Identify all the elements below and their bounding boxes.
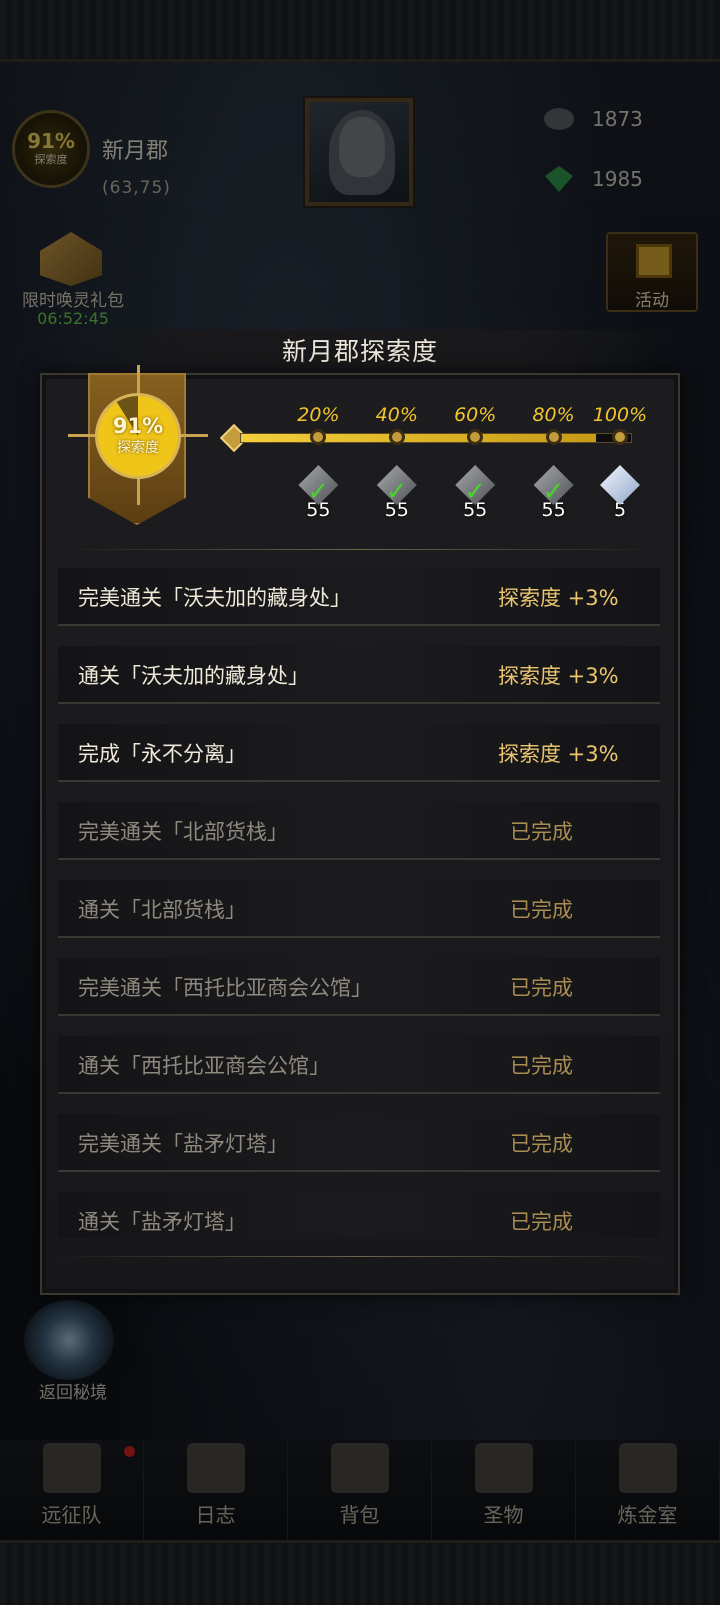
milestone-reward[interactable]: ✓ 55 [531,465,577,521]
task-name: 通关「西托比亚商会公馆」 [78,1054,330,1078]
panel-title: 新月郡探索度 [281,337,438,366]
milestone-node [388,429,405,445]
task-name: 完成「永不分离」 [78,742,246,766]
progress-percent: 91% [112,413,164,438]
task-row[interactable]: 通关「盐矛灯塔」 已完成 [58,1192,660,1238]
milestone-reward[interactable]: ✓ 55 [374,465,420,521]
check-icon: ✓ [307,477,330,507]
task-status: 已完成 [510,898,573,922]
task-row[interactable]: 通关「北部货栈」 已完成 [58,880,660,938]
check-icon: ✓ [385,477,408,507]
milestone-label: 80% [532,404,575,426]
milestone-label: 40% [375,404,418,426]
task-reward: 探索度 +3% [498,586,619,610]
task-reward: 探索度 +3% [498,664,619,688]
milestone-reward[interactable]: ✓ 55 [452,465,498,521]
task-list[interactable]: 完美通关「沃夫加的藏身处」 探索度 +3% 通关「沃夫加的藏身处」 探索度 +3% 完成… [58,568,660,1238]
milestone-reward[interactable]: ✓ 55 [295,465,341,521]
check-icon: ✓ [542,477,565,507]
task-name: 完美通关「沃夫加的藏身处」 [78,586,351,610]
task-reward: 探索度 +3% [498,742,619,766]
divider-bottom [60,1256,660,1257]
milestone-node [612,429,628,445]
task-name: 通关「盐矛灯塔」 [78,1210,246,1234]
task-name: 完美通关「北部货栈」 [78,820,288,844]
progress-fill [241,434,596,442]
task-status: 已完成 [510,1210,573,1234]
task-row[interactable]: 完美通关「沃夫加的藏身处」 探索度 +3% [58,568,660,626]
milestone-label: 60% [454,404,497,426]
task-name: 完美通关「盐矛灯塔」 [78,1132,288,1156]
task-row[interactable]: 完美通关「盐矛灯塔」 已完成 [58,1114,660,1172]
task-status: 已完成 [510,820,573,844]
task-row[interactable]: 完美通关「西托比亚商会公馆」 已完成 [58,958,660,1016]
divider-top [60,549,660,550]
task-name: 完美通关「西托比亚商会公馆」 [78,976,372,1000]
task-status: 已完成 [510,1054,573,1078]
progress-compass: 91% 探索度 [95,393,181,479]
milestone-label: 100% [592,404,648,426]
milestone-label: 20% [297,404,340,426]
task-row[interactable]: 通关「沃夫加的藏身处」 探索度 +3% [58,646,660,704]
progress-label: 探索度 [117,439,159,456]
task-row[interactable]: 完成「永不分离」 探索度 +3% [58,724,660,782]
task-status: 已完成 [510,976,573,1000]
task-row[interactable]: 完美通关「北部货栈」 已完成 [58,802,660,860]
task-name: 通关「北部货栈」 [78,898,246,922]
task-name: 通关「沃夫加的藏身处」 [78,664,309,688]
task-status: 已完成 [510,1132,573,1156]
check-icon: ✓ [464,477,486,507]
milestone-node [545,429,562,445]
task-row[interactable]: 通关「西托比亚商会公馆」 已完成 [58,1036,660,1094]
progress-track [240,433,632,443]
milestone-reward[interactable]: 5 [597,465,643,521]
